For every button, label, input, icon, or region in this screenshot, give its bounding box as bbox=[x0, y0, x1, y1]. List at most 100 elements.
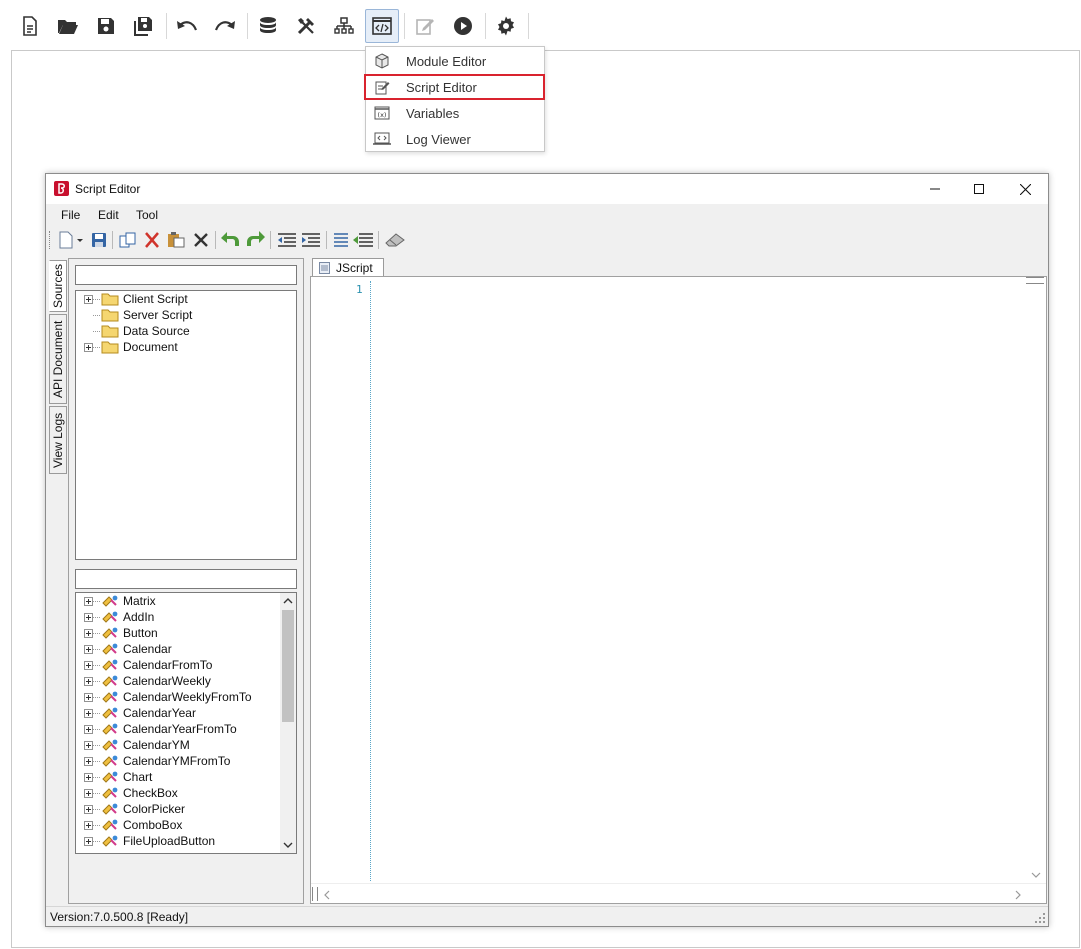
scroll-down-icon[interactable] bbox=[283, 841, 293, 849]
component-item[interactable]: Button bbox=[76, 625, 158, 641]
undo-button[interactable] bbox=[170, 9, 204, 43]
tab-view-logs[interactable]: View Logs bbox=[49, 406, 67, 474]
expand-icon[interactable] bbox=[84, 772, 93, 782]
expand-icon[interactable] bbox=[84, 756, 93, 766]
menu-item-script-editor[interactable]: Script Editor bbox=[364, 74, 545, 100]
scroll-down-icon[interactable] bbox=[1031, 871, 1041, 879]
sources-search-input[interactable] bbox=[75, 265, 297, 285]
tree-item-data-source[interactable]: Data Source bbox=[76, 323, 190, 339]
component-item[interactable]: Calendar bbox=[76, 641, 172, 657]
comment-button[interactable] bbox=[330, 230, 352, 250]
editor-vertical-scrollbar[interactable] bbox=[1026, 277, 1046, 883]
eraser-button[interactable] bbox=[384, 230, 406, 250]
tools-button[interactable] bbox=[289, 9, 323, 43]
component-item[interactable]: ColorPicker bbox=[76, 801, 185, 817]
expand-icon[interactable] bbox=[84, 836, 93, 846]
component-item[interactable]: Matrix bbox=[76, 593, 156, 609]
component-item[interactable]: CalendarFromTo bbox=[76, 657, 212, 673]
open-folder-button[interactable] bbox=[51, 9, 85, 43]
save-all-button[interactable] bbox=[127, 9, 161, 43]
scroll-up-icon[interactable] bbox=[283, 597, 293, 605]
scroll-handle[interactable] bbox=[312, 887, 318, 901]
edit-button[interactable] bbox=[408, 9, 442, 43]
tab-jscript[interactable]: JScript bbox=[312, 258, 384, 276]
component-item[interactable]: CalendarYMFromTo bbox=[76, 753, 230, 769]
expand-icon[interactable] bbox=[84, 740, 93, 750]
uncomment-lines-icon bbox=[353, 233, 373, 247]
expand-icon[interactable] bbox=[84, 660, 93, 670]
new-document-button[interactable] bbox=[13, 9, 47, 43]
expand-icon[interactable] bbox=[84, 692, 93, 702]
menu-tool[interactable]: Tool bbox=[136, 208, 158, 222]
expand-icon[interactable] bbox=[84, 788, 93, 798]
hierarchy-button[interactable] bbox=[327, 9, 361, 43]
component-item[interactable]: AddIn bbox=[76, 609, 154, 625]
code-editor[interactable]: 1 bbox=[310, 276, 1047, 904]
tree-item-client-script[interactable]: Client Script bbox=[76, 291, 188, 307]
expand-icon[interactable] bbox=[84, 612, 93, 622]
save-button[interactable] bbox=[89, 9, 123, 43]
new-file-button[interactable] bbox=[56, 230, 86, 250]
maximize-button[interactable] bbox=[956, 174, 1002, 204]
component-item[interactable]: CalendarYearFromTo bbox=[76, 721, 237, 737]
menu-item-log-viewer[interactable]: Log Viewer bbox=[366, 126, 544, 152]
component-item[interactable]: ComboBox bbox=[76, 817, 182, 833]
expand-icon[interactable] bbox=[84, 294, 93, 304]
sources-tree[interactable]: Client Script Server Script Data Source … bbox=[75, 290, 297, 560]
document-icon bbox=[23, 16, 37, 36]
close-button[interactable] bbox=[1002, 174, 1048, 204]
tab-api-document[interactable]: API Document bbox=[49, 314, 67, 404]
database-icon bbox=[260, 17, 276, 33]
copy-button[interactable] bbox=[117, 230, 139, 250]
database-button[interactable] bbox=[251, 9, 285, 43]
expand-icon[interactable] bbox=[84, 676, 93, 686]
tree-item-server-script[interactable]: Server Script bbox=[76, 307, 192, 323]
scroll-handle[interactable] bbox=[1026, 277, 1044, 284]
component-item[interactable]: CalendarWeeklyFromTo bbox=[76, 689, 252, 705]
scroll-left-icon[interactable] bbox=[323, 890, 331, 900]
delete-button[interactable] bbox=[190, 230, 212, 250]
redo-edit-button[interactable] bbox=[244, 230, 266, 250]
resize-grip-icon[interactable] bbox=[1035, 913, 1045, 923]
save-file-button[interactable] bbox=[88, 230, 110, 250]
tree-item-document[interactable]: Document bbox=[76, 339, 178, 355]
menu-item-module-editor[interactable]: Module Editor bbox=[366, 48, 544, 74]
components-tree[interactable]: Matrix AddIn Button Calendar CalendarFromTo C… bbox=[75, 592, 297, 854]
minimize-button[interactable] bbox=[912, 174, 958, 204]
component-item[interactable]: CalendarWeekly bbox=[76, 673, 211, 689]
expand-icon[interactable] bbox=[84, 724, 93, 734]
redo-button[interactable] bbox=[208, 9, 242, 43]
expand-icon[interactable] bbox=[84, 628, 93, 638]
settings-button[interactable] bbox=[489, 9, 523, 43]
component-item[interactable]: Chart bbox=[76, 769, 152, 785]
menu-file[interactable]: File bbox=[61, 208, 80, 222]
component-item[interactable]: FileUploadButton bbox=[76, 833, 215, 849]
menu-edit[interactable]: Edit bbox=[98, 208, 119, 222]
expand-icon[interactable] bbox=[84, 342, 93, 352]
paste-button[interactable] bbox=[165, 230, 187, 250]
components-scrollbar[interactable] bbox=[280, 593, 296, 853]
run-button[interactable] bbox=[446, 9, 480, 43]
editor-horizontal-scrollbar[interactable] bbox=[311, 883, 1046, 903]
expand-icon[interactable] bbox=[84, 820, 93, 830]
component-item[interactable]: CalendarYM bbox=[76, 737, 190, 753]
toolbar-separator bbox=[326, 231, 327, 249]
window-titlebar[interactable]: Script Editor bbox=[46, 174, 1048, 204]
undo-edit-button[interactable] bbox=[220, 230, 242, 250]
expand-icon[interactable] bbox=[84, 708, 93, 718]
expand-icon[interactable] bbox=[84, 596, 93, 606]
tab-sources[interactable]: Sources bbox=[49, 260, 67, 312]
code-window-button[interactable] bbox=[365, 9, 399, 43]
uncomment-button[interactable] bbox=[352, 230, 374, 250]
expand-icon[interactable] bbox=[84, 644, 93, 654]
scroll-right-icon[interactable] bbox=[1014, 890, 1022, 900]
component-item[interactable]: CalendarYear bbox=[76, 705, 196, 721]
outdent-button[interactable] bbox=[276, 230, 298, 250]
component-item[interactable]: CheckBox bbox=[76, 785, 178, 801]
menu-item-variables[interactable]: (x) Variables bbox=[366, 100, 544, 126]
expand-icon[interactable] bbox=[84, 804, 93, 814]
scrollbar-thumb[interactable] bbox=[282, 610, 294, 722]
cut-button[interactable] bbox=[141, 230, 163, 250]
components-search-input[interactable] bbox=[75, 569, 297, 589]
indent-button[interactable] bbox=[300, 230, 322, 250]
